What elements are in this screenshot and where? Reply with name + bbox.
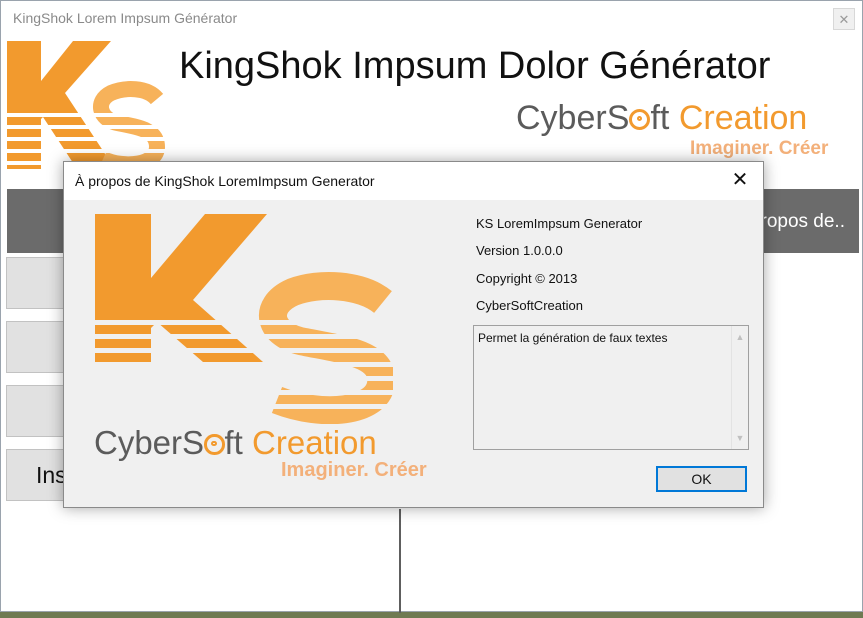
brand-cyber-text: Cyber xyxy=(94,424,183,461)
dialog-title: À propos de KingShok LoremImpsum Generat… xyxy=(75,173,375,189)
content-divider[interactable] xyxy=(399,509,401,613)
cybersoft-brand: CyberS ft Creation xyxy=(516,99,807,138)
version-label: Version 1.0.0.0 xyxy=(476,243,563,258)
ks-logo-icon xyxy=(7,41,167,169)
dialog-brand-tagline: Imaginer. Créer xyxy=(281,459,427,481)
description-textbox[interactable]: Permet la génération de faux textes ▲ ▼ xyxy=(473,325,749,450)
main-title-bar: KingShok Lorem Impsum Générator ✕ xyxy=(1,1,862,37)
brand-ft-text: ft xyxy=(224,424,253,461)
main-close-button[interactable]: ✕ xyxy=(833,8,855,30)
description-text: Permet la génération de faux textes xyxy=(478,331,668,345)
description-scrollbar[interactable]: ▲ ▼ xyxy=(731,326,748,449)
dialog-close-button[interactable]: ✕ xyxy=(719,164,761,197)
brand-cyber-text: Cyber xyxy=(516,99,607,137)
company-label: CyberSoftCreation xyxy=(476,298,583,313)
ks-logo-icon xyxy=(93,214,393,424)
scroll-up-arrow-icon[interactable]: ▲ xyxy=(735,332,745,342)
brand-tagline: Imaginer. Créer xyxy=(690,138,829,159)
brand-s-text: S xyxy=(606,99,630,137)
nav-item-apropos[interactable]: propos de.. xyxy=(750,211,845,233)
swirl-o-icon xyxy=(629,108,651,130)
brand-s-text: S xyxy=(182,424,205,461)
product-name-label: KS LoremImpsum Generator xyxy=(476,216,643,231)
dialog-title-bar: À propos de KingShok LoremImpsum Generat… xyxy=(64,162,763,200)
copyright-label: Copyright © 2013 xyxy=(476,271,578,286)
app-header-title: KingShok Impsum Dolor Générator xyxy=(179,45,771,87)
scroll-down-arrow-icon[interactable]: ▼ xyxy=(735,433,745,443)
main-window-title: KingShok Lorem Impsum Générator xyxy=(13,10,238,26)
brand-creation-text: Creation xyxy=(252,424,377,461)
dialog-cybersoft-brand: CyberS ft Creation xyxy=(94,424,377,462)
ok-button[interactable]: OK xyxy=(656,466,747,492)
about-dialog: À propos de KingShok LoremImpsum Generat… xyxy=(63,161,764,508)
brand-creation-text: Creation xyxy=(678,99,808,137)
brand-ft-text: ft xyxy=(650,99,679,137)
swirl-o-icon xyxy=(204,434,225,455)
